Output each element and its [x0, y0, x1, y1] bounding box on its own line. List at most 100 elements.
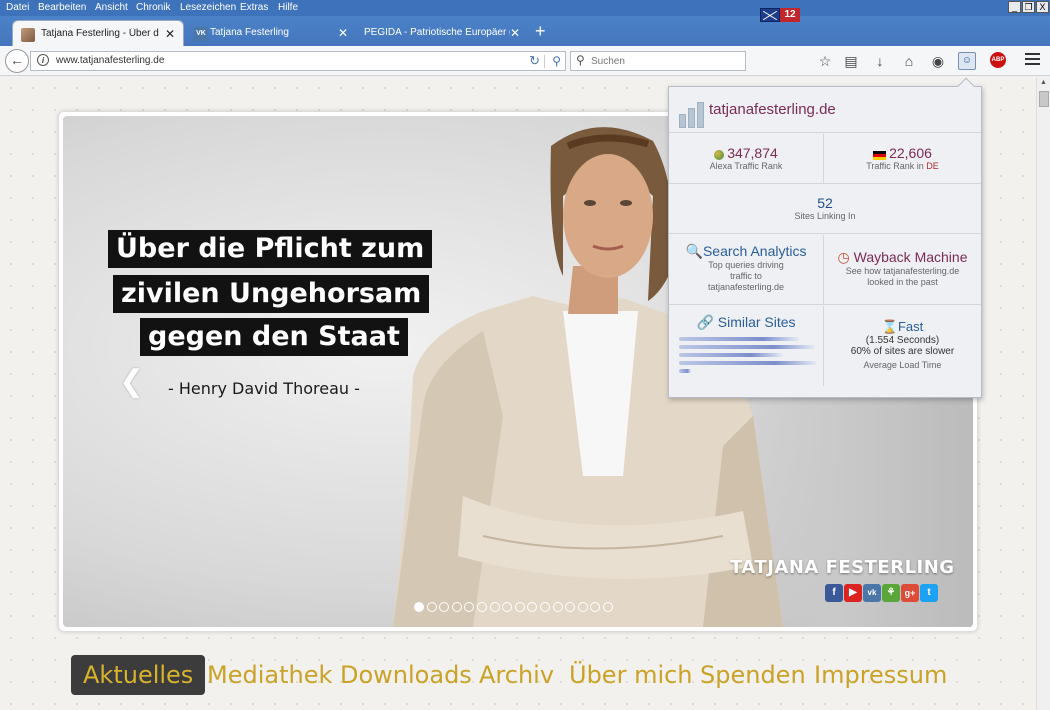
tab-tatjana-festerling-article[interactable]: Tatjana Festerling - Über die ... ✕ — [12, 20, 184, 46]
nav-downloads[interactable]: Downloads — [340, 655, 472, 695]
youtube-icon[interactable]: ▶ — [844, 584, 862, 602]
menu-ansicht[interactable]: Ansicht — [95, 2, 128, 13]
new-tab-button[interactable]: + — [535, 21, 546, 42]
quote-line-1: Über die Pflicht zum — [108, 230, 433, 268]
close-window-button[interactable]: X — [1036, 1, 1049, 13]
nav-ueber-mich[interactable]: Über mich — [569, 655, 693, 695]
country-rank-label: Traffic Rank in — [866, 161, 924, 171]
speed-label: Average Load Time — [863, 360, 942, 370]
back-arrow-icon[interactable]: ← — [5, 49, 29, 73]
slider-dot[interactable] — [514, 602, 525, 612]
reload-icon[interactable]: ↻ — [529, 53, 540, 69]
twitter-icon[interactable]: t — [920, 584, 938, 602]
search-analytics-cell[interactable]: 🔍Search Analytics Top queries driving tr… — [669, 235, 824, 305]
country-rank-cell[interactable]: 22,606 Traffic Rank in DE — [824, 134, 981, 184]
divider — [544, 55, 545, 68]
reading-list-icon[interactable]: ▤ — [842, 52, 860, 70]
global-rank-cell[interactable]: 347,874 Alexa Traffic Rank — [669, 134, 824, 184]
slider-dot[interactable] — [451, 602, 462, 612]
pocket-icon[interactable]: ◉ — [929, 52, 947, 70]
tab-title: PEGIDA - Patriotische Europäer ge... — [364, 27, 510, 38]
alexa-toolbar-icon[interactable]: ☺ — [958, 52, 976, 70]
mail-envelope-icon[interactable] — [760, 8, 780, 22]
tab-strip: Tatjana Festerling - Über die ... ✕ VK T… — [0, 16, 1050, 46]
similar-sites-blurred-list — [679, 337, 819, 377]
wayback-machine-link[interactable]: Wayback Machine — [854, 249, 968, 265]
scroll-thumb[interactable] — [1039, 91, 1049, 107]
scroll-up-icon[interactable]: ▲ — [1040, 79, 1047, 86]
facebook-icon[interactable]: f — [825, 584, 843, 602]
slider-dot[interactable] — [489, 602, 500, 612]
search-go-icon[interactable]: ⚲ — [552, 54, 561, 68]
quote-author: - Henry David Thoreau - — [168, 379, 360, 398]
address-bar[interactable]: i www.tatjanafesterling.de ↻ ⚲ — [30, 51, 566, 71]
portrait-favicon-icon — [21, 28, 35, 42]
menu-lesezeichen[interactable]: Lesezeichen — [180, 2, 236, 13]
tab-pegida[interactable]: PEGIDA - Patriotische Europäer ge... ✕ — [358, 20, 528, 46]
search-input[interactable]: ⚲ Suchen — [570, 51, 746, 71]
menu-datei[interactable]: Datei — [6, 2, 29, 13]
alexa-site-name[interactable]: tatjanafesterling.de — [709, 101, 836, 118]
similar-sites-link[interactable]: Similar Sites — [718, 314, 796, 330]
bookmark-star-icon[interactable]: ☆ — [816, 52, 834, 70]
tab-vk-tatjana-festerling[interactable]: VK Tatjana Festerling ✕ — [186, 20, 356, 46]
close-tab-icon[interactable]: ✕ — [510, 26, 520, 40]
search-analytics-link[interactable]: Search Analytics — [703, 243, 807, 259]
slider-prev-arrow-icon[interactable]: ❮ — [119, 364, 144, 399]
wayback-machine-cell[interactable]: ◷ Wayback Machine See how tatjanafesterl… — [824, 235, 981, 305]
url-text[interactable]: www.tatjanafesterling.de — [56, 55, 164, 66]
navigation-toolbar: ← i www.tatjanafesterling.de ↻ ⚲ ⚲ Suche… — [0, 46, 1050, 76]
mail-count-badge[interactable]: 12 — [780, 8, 800, 22]
speed-seconds: (1.554 Seconds) — [865, 335, 940, 346]
home-icon[interactable]: ⌂ — [900, 52, 918, 70]
menu-bar: Datei Bearbeiten Ansicht Chronik Lesezei… — [0, 0, 1050, 16]
frog-icon[interactable]: ⚘ — [882, 584, 900, 602]
wayback-clock-icon: ◷ — [837, 249, 850, 265]
search-analytics-desc-1: Top queries driving — [708, 260, 784, 270]
adblock-plus-icon[interactable]: ABP — [990, 52, 1006, 68]
speed-slower: 60% of sites are slower — [850, 346, 955, 357]
links-in-value: 52 — [817, 195, 833, 211]
search-placeholder: Suchen — [591, 56, 625, 67]
menu-hilfe[interactable]: Hilfe — [278, 2, 298, 13]
wayback-desc-2: looked in the past — [867, 277, 938, 287]
tab-title: Tatjana Festerling — [210, 27, 289, 38]
site-info-icon[interactable]: i — [37, 54, 49, 66]
nav-aktuelles[interactable]: Aktuelles — [71, 655, 206, 695]
slider-dot[interactable] — [577, 602, 588, 612]
vk-favicon-icon: VK — [194, 27, 208, 41]
nav-impressum[interactable]: Impressum — [814, 655, 947, 695]
downloads-icon[interactable]: ↓ — [871, 52, 889, 70]
google-plus-icon[interactable]: g+ — [901, 584, 919, 602]
restore-button[interactable]: ❐ — [1022, 1, 1035, 13]
close-tab-icon[interactable]: ✕ — [338, 26, 348, 40]
close-tab-icon[interactable]: ✕ — [165, 27, 175, 41]
slider-dot[interactable] — [426, 602, 437, 612]
alexa-bars-icon — [679, 100, 705, 128]
alexa-header: tatjanafesterling.de — [669, 87, 981, 133]
nav-mediathek[interactable]: Mediathek — [207, 655, 332, 695]
country-code: DE — [926, 161, 939, 171]
load-time-cell: ⌛Fast (1.554 Seconds) 60% of sites are s… — [824, 306, 981, 386]
wayback-desc-1: See how tatjanafesterling.de — [845, 266, 960, 276]
vk-icon[interactable]: vk — [863, 584, 881, 602]
menu-hamburger-icon[interactable] — [1025, 53, 1040, 65]
german-flag-icon — [873, 150, 887, 160]
slider-dot[interactable] — [540, 602, 550, 612]
slider-dot[interactable] — [477, 602, 487, 612]
global-rank-value: 347,874 — [727, 145, 778, 161]
minimize-button[interactable]: _ — [1008, 1, 1021, 13]
nav-spenden[interactable]: Spenden — [700, 655, 806, 695]
speed-title: Fast — [897, 319, 924, 334]
page-scrollbar[interactable]: ▲ — [1036, 77, 1050, 710]
links-in-label: Sites Linking In — [794, 211, 856, 221]
hourglass-icon: ⌛ — [881, 319, 898, 334]
slider-dot[interactable] — [603, 602, 613, 612]
menu-extras[interactable]: Extras — [240, 2, 268, 13]
menu-chronik[interactable]: Chronik — [136, 2, 170, 13]
links-in-cell[interactable]: 52 Sites Linking In — [669, 185, 981, 234]
slider-dot[interactable] — [414, 602, 424, 612]
nav-archiv[interactable]: Archiv — [479, 655, 554, 695]
menu-bearbeiten[interactable]: Bearbeiten — [38, 2, 86, 13]
slider-dot[interactable] — [552, 602, 563, 612]
